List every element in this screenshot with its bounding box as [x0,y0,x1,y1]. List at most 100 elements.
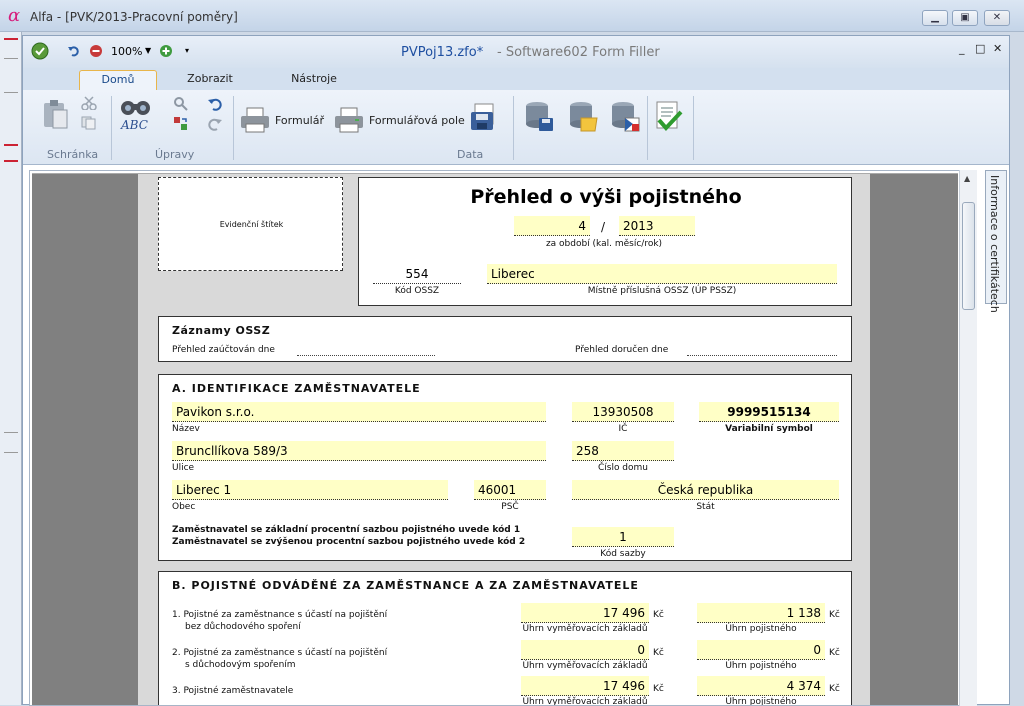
ico-field[interactable]: 13930508 [572,402,674,422]
row2-insurance-currency: Kč [829,648,840,658]
form-filler-window: 100% ▼ ▾ PVPoj13.zfo* - Software602 Form… [22,35,1010,706]
records-box: Záznamy OSSZ Přehled zaúčtován dne Přehl… [158,316,852,362]
row2-insurance-field[interactable]: 0 [697,640,825,660]
form-title: Přehled o výši pojistného [470,186,742,208]
records-delivered-field[interactable] [687,355,837,356]
form-fields-printer-icon[interactable] [333,106,365,134]
zoom-in-icon[interactable] [159,44,173,62]
tab-home[interactable]: Domů [79,70,157,90]
country-field[interactable]: Česká republika [572,480,839,500]
paste-icon[interactable] [41,98,69,130]
row2-base-field[interactable]: 0 [521,640,649,660]
row3-base-field[interactable]: 17 496 [521,676,649,696]
period-year-field[interactable]: 2013 [619,216,695,236]
tab-view[interactable]: Zobrazit [169,70,251,90]
registration-sticker-area: Evidenční štítek [158,177,343,271]
row1-base-currency: Kč [653,610,664,620]
find-icon[interactable] [173,96,189,112]
row3-base-currency: Kč [653,684,664,694]
country-label: Stát [696,502,715,512]
city-field[interactable]: Liberec 1 [172,480,448,500]
row1-insurance-field[interactable]: 1 138 [697,603,825,623]
db-open-icon[interactable] [567,100,599,132]
zoom-level[interactable]: 100% [111,45,142,58]
replace-icon[interactable] [173,116,189,132]
street-field[interactable]: Bruncllíkova 589/3 [172,441,546,461]
form-printer-icon[interactable] [239,106,271,134]
ossz-code-label: Kód OSSZ [394,286,440,296]
row1-label-2: bez důchodového spoření [185,622,301,632]
records-title: Záznamy OSSZ [172,324,271,337]
zip-label: PSČ [501,502,519,512]
ossz-place-label: Místně příslušná OSSZ (ÚP PSSZ) [587,286,737,296]
house-number-field[interactable]: 258 [572,441,674,461]
app-maximize-button[interactable]: □ [975,42,985,55]
app-minimize-button[interactable]: _ [959,42,965,55]
row1-insurance-currency: Kč [829,610,840,620]
row2-label-1: 2. Pojistné za zaměstnance s účastí na p… [172,648,388,658]
variable-symbol-field[interactable]: 9999515134 [699,402,839,422]
vertical-scrollbar[interactable]: ▲ [959,170,977,706]
street-label: Ulice [172,463,195,473]
group-data-label: Data [457,148,484,161]
tab-tools[interactable]: Nástroje [275,70,353,90]
group-edit-label: Úpravy [155,148,195,161]
background-window-strip [0,32,22,705]
form-page: Evidenční štítek Přehled o výši pojistné… [138,174,870,705]
validate-icon[interactable] [653,100,685,134]
cut-icon[interactable] [81,96,97,111]
row1-base-field[interactable]: 17 496 [521,603,649,623]
rate-line-1: Zaměstnavatel se základní procentní sazb… [172,525,521,535]
section-a-title: A. IDENTIFIKACE ZAMĚSTNAVATELE [172,382,421,395]
employer-name-field[interactable]: Pavikon s.r.o. [172,402,546,422]
customize-toolbar-icon[interactable]: ▾ [185,46,189,55]
form-button[interactable]: Formulář [275,114,324,127]
ossz-place-field[interactable]: Liberec [487,264,837,284]
zoom-dropdown-icon[interactable]: ▼ [145,46,151,55]
ossz-code-field[interactable]: 554 [373,264,461,284]
app-menu-icon[interactable] [31,42,49,64]
scroll-up-icon[interactable]: ▲ [964,174,970,183]
rate-code-field[interactable]: 1 [572,527,674,547]
section-b-title: B. POJISTNÉ ODVÁDĚNÉ ZA ZAMĚSTNANCE A ZA… [172,579,639,592]
zip-field[interactable]: 46001 [474,480,546,500]
alfa-logo-icon: α [8,5,21,26]
rate-code-label: Kód sazby [600,549,646,559]
sticker-label: Evidenční štítek [219,220,284,229]
undo-quick-icon[interactable] [67,44,81,62]
period-caption: za období (kal. měsíc/rok) [545,239,663,249]
rate-line-2: Zaměstnavatel se zvýšenou procentní sazb… [172,537,526,547]
outer-maximize-button[interactable]: ▣ [952,10,978,26]
row1-label-1: 1. Pojistné za zaměstnance s účastí na p… [172,610,388,620]
employer-name-label: Název [172,424,200,434]
group-clipboard-label: Schránka [47,148,99,161]
zoom-out-icon[interactable] [89,44,103,62]
outer-close-button[interactable]: ✕ [984,10,1010,26]
outer-minimize-button[interactable]: ▁ [922,10,948,26]
row1-insurance-label: Úhrn pojistného [725,624,797,634]
form-fields-button[interactable]: Formulářová pole [369,114,465,127]
certificate-info-sidetab[interactable]: Informace o certifikátech [985,170,1007,313]
save-icon[interactable] [469,102,499,132]
variable-symbol-label: Variabilní symbol [725,424,813,434]
records-charged-field[interactable] [297,355,435,356]
copy-icon[interactable] [81,116,97,130]
spellcheck-icon[interactable]: ABC [119,98,153,134]
db-export-icon[interactable] [609,100,641,132]
section-a-box: A. IDENTIFIKACE ZAMĚSTNAVATELE Pavikon s… [158,374,852,561]
document-name: PVPoj13.zfo* [401,45,484,60]
app-close-button[interactable]: ✕ [993,42,1002,55]
row3-insurance-field[interactable]: 4 374 [697,676,825,696]
undo-icon[interactable] [207,96,223,112]
program-name: - Software602 Form Filler [497,45,660,60]
certificate-info-label: Informace o certifikátech [988,175,1001,313]
document-viewport[interactable]: Evidenční štítek Přehled o výši pojistné… [29,170,961,706]
ribbon-tabs: Domů Zobrazit Nástroje [23,68,1009,90]
period-month-field[interactable]: 4 [514,216,590,236]
document-background: Evidenční štítek Přehled o výši pojistné… [32,173,958,705]
scrollbar-thumb[interactable] [962,202,975,310]
redo-icon[interactable] [207,116,223,132]
house-number-label: Číslo domu [597,463,649,473]
db-save-icon[interactable] [523,100,555,132]
outer-window-titlebar: α Alfa - [PVK/2013-Pracovní poměry] ▁ ▣ … [0,0,1024,32]
